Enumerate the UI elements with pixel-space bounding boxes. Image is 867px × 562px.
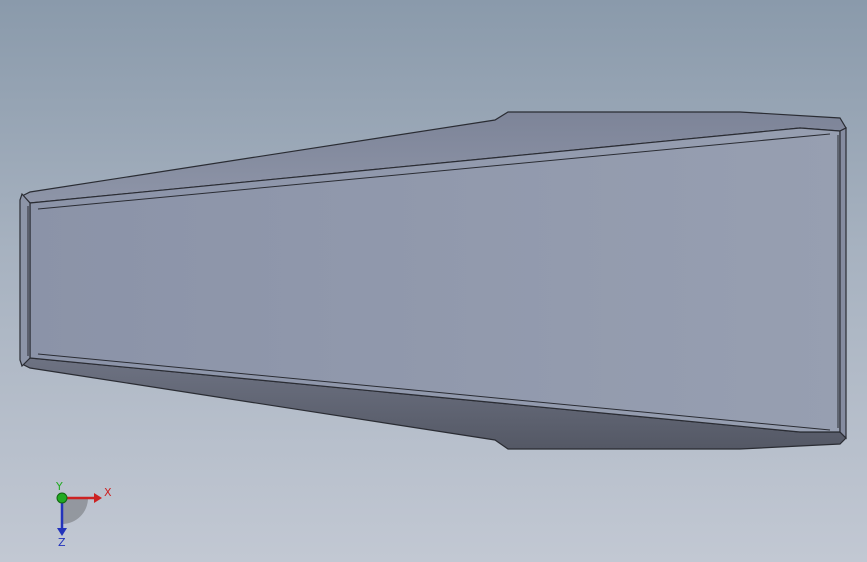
- triad-shade: [62, 498, 88, 524]
- z-axis-label: Z: [58, 536, 66, 549]
- z-axis-arrowhead: [57, 528, 67, 536]
- x-axis-label: X: [104, 486, 112, 499]
- axis-triad: X Y Z: [55, 480, 112, 549]
- x-axis-arrowhead: [94, 493, 102, 503]
- graphics-viewport[interactable]: X Y Z: [0, 0, 867, 562]
- tapered-part-model[interactable]: [0, 0, 867, 562]
- right-end-face[interactable]: [839, 127, 847, 440]
- y-axis-dot: [56, 492, 68, 504]
- y-axis-label: Y: [55, 480, 63, 493]
